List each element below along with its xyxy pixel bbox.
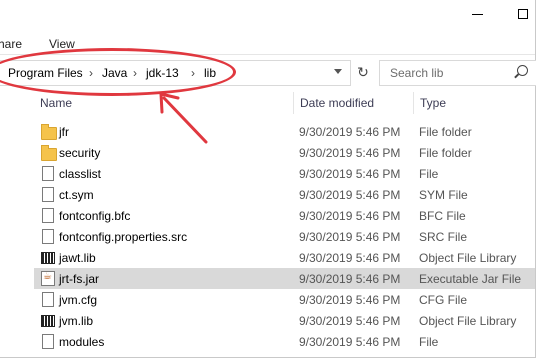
- minimize-icon[interactable]: [472, 14, 483, 15]
- file-name: fontconfig.bfc: [59, 209, 131, 223]
- file-date-modified: 9/30/2019 5:46 PM: [299, 125, 401, 139]
- file-date-modified: 9/30/2019 5:46 PM: [299, 314, 401, 328]
- file-row[interactable]: security 9/30/2019 5:46 PM File folder: [34, 142, 535, 163]
- file-row[interactable]: jawt.lib 9/30/2019 5:46 PM Object File Lib…: [34, 247, 535, 268]
- tab-share[interactable]: hare: [0, 37, 22, 51]
- file-icon: [42, 166, 54, 181]
- file-icon: [42, 229, 54, 244]
- file-date-modified: 9/30/2019 5:46 PM: [299, 293, 401, 307]
- file-type: SRC File: [419, 230, 468, 244]
- file-type: CFG File: [419, 293, 467, 307]
- file-date-modified: 9/30/2019 5:46 PM: [299, 335, 401, 349]
- file-date-modified: 9/30/2019 5:46 PM: [299, 251, 401, 265]
- file-type: Executable Jar File: [419, 272, 522, 286]
- folder-icon: [41, 145, 57, 161]
- file-date-modified: 9/30/2019 5:46 PM: [299, 209, 401, 223]
- file-date-modified: 9/30/2019 5:46 PM: [299, 146, 401, 160]
- file-name: security: [59, 146, 101, 160]
- file-type: File folder: [419, 146, 472, 160]
- refresh-icon[interactable]: ↻: [352, 61, 374, 83]
- file-row[interactable]: ct.sym 9/30/2019 5:46 PM SYM File: [34, 184, 535, 205]
- address-dropdown-icon[interactable]: [334, 69, 342, 74]
- file-row[interactable]: classlist 9/30/2019 5:46 PM File: [34, 163, 535, 184]
- file-row[interactable]: modules 9/30/2019 5:46 PM File: [34, 331, 535, 352]
- file-row[interactable]: jvm.lib 9/30/2019 5:46 PM Object File Libr…: [34, 310, 535, 331]
- file-type: SYM File: [419, 188, 468, 202]
- file-date-modified: 9/30/2019 5:46 PM: [299, 188, 401, 202]
- file-name: jrt-fs.jar: [59, 272, 99, 286]
- column-header-name[interactable]: Name: [40, 96, 72, 110]
- library-icon: [41, 315, 55, 327]
- file-icon: [42, 292, 54, 307]
- folder-icon: [41, 124, 57, 140]
- file-date-modified: 9/30/2019 5:46 PM: [299, 272, 401, 286]
- file-name: jvm.cfg: [59, 293, 98, 307]
- file-icon: [42, 334, 54, 349]
- file-type: File folder: [419, 125, 472, 139]
- file-type: Object File Library: [419, 251, 517, 265]
- file-name: classlist: [59, 167, 102, 181]
- file-row[interactable]: fontconfig.properties.src 9/30/2019 5:46 …: [34, 226, 535, 247]
- file-icon: [42, 208, 54, 223]
- file-name: jvm.lib: [59, 314, 94, 328]
- file-name: jawt.lib: [59, 251, 96, 265]
- file-name: ct.sym: [59, 188, 94, 202]
- column-divider[interactable]: [413, 92, 414, 114]
- maximize-icon[interactable]: [518, 9, 528, 19]
- file-row[interactable]: jrt-fs.jar 9/30/2019 5:46 PM Executable Ja…: [34, 268, 535, 289]
- column-header-date-modified[interactable]: Date modified: [300, 96, 374, 110]
- file-type: File: [419, 335, 439, 349]
- column-divider[interactable]: [293, 92, 294, 114]
- file-icon: [42, 187, 54, 202]
- file-row[interactable]: fontconfig.bfc 9/30/2019 5:46 PM BFC File: [34, 205, 535, 226]
- jar-icon: [41, 271, 55, 286]
- file-type: File: [419, 167, 439, 181]
- file-type: BFC File: [419, 209, 466, 223]
- file-date-modified: 9/30/2019 5:46 PM: [299, 230, 401, 244]
- file-type: Object File Library: [419, 314, 517, 328]
- file-name: modules: [59, 335, 105, 349]
- column-header-type[interactable]: Type: [420, 96, 446, 110]
- file-row[interactable]: jvm.cfg 9/30/2019 5:46 PM CFG File: [34, 289, 535, 310]
- file-date-modified: 9/30/2019 5:46 PM: [299, 167, 401, 181]
- search-box[interactable]: Search lib: [379, 60, 536, 86]
- file-row[interactable]: jfr 9/30/2019 5:46 PM File folder: [34, 121, 535, 142]
- file-name: fontconfig.properties.src: [59, 230, 188, 244]
- file-name: jfr: [59, 125, 69, 139]
- library-icon: [41, 252, 55, 264]
- search-icon: [517, 65, 528, 76]
- search-input[interactable]: Search lib: [390, 66, 443, 80]
